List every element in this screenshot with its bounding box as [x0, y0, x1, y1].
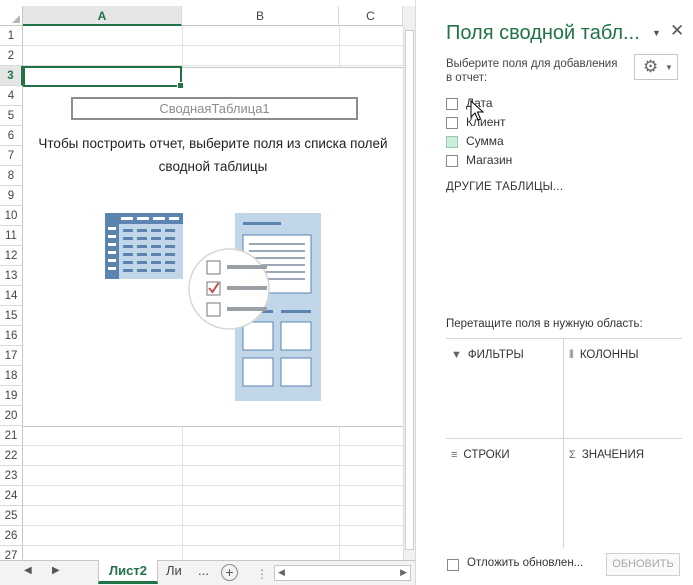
defer-update-checkbox[interactable]: [447, 559, 459, 571]
vertical-scrollbar[interactable]: [403, 26, 415, 560]
gridline-row: [23, 465, 403, 466]
pane-splitter[interactable]: [415, 0, 433, 585]
add-sheet-icon[interactable]: +: [221, 564, 238, 581]
row-header[interactable]: 25: [0, 506, 23, 526]
row-header[interactable]: 19: [0, 386, 23, 406]
areas-divider-top: [446, 338, 682, 339]
columns-icon: ⦀: [569, 349, 574, 361]
pane-instructions: Выберите поля для добавления в отчет:: [446, 58, 618, 84]
scroll-left-icon[interactable]: ◀: [278, 567, 285, 578]
settings-button[interactable]: ⚙ ▼: [634, 54, 678, 80]
area-rows-label: СТРОКИ: [463, 449, 510, 461]
column-header-c[interactable]: C: [339, 6, 403, 26]
field-label: Магазин: [466, 153, 513, 167]
field-checkbox[interactable]: [446, 117, 458, 129]
row-header[interactable]: 13: [0, 266, 23, 286]
pane-options-chevron-icon[interactable]: ▼: [652, 28, 661, 38]
row-header[interactable]: 22: [0, 446, 23, 466]
area-filters-label: ФИЛЬТРЫ: [467, 349, 524, 361]
mouse-cursor-icon: [470, 100, 484, 121]
scroll-right-icon[interactable]: ▶: [400, 567, 407, 578]
defer-update-label: Отложить обновлен...: [467, 557, 584, 569]
close-icon[interactable]: ✕: [670, 21, 684, 41]
gridline-row: [23, 445, 403, 446]
gridline-row: [23, 545, 403, 546]
sigma-icon: Σ: [569, 449, 576, 461]
sheet-tab-active[interactable]: Лист2: [98, 560, 158, 584]
row-header[interactable]: 21: [0, 426, 23, 446]
pane-title: Поля сводной табл...: [446, 22, 640, 44]
row-header[interactable]: 17: [0, 346, 23, 366]
pivot-table-name: СводнаяТаблица1: [71, 97, 358, 120]
area-values-label: ЗНАЧЕНИЯ: [581, 449, 645, 461]
areas-divider-vertical: [563, 338, 564, 548]
row-header[interactable]: 4: [0, 86, 23, 106]
gridline-row: [23, 485, 403, 486]
row-header[interactable]: 7: [0, 146, 23, 166]
field-checkbox[interactable]: [446, 98, 458, 110]
selected-cell-a3[interactable]: [23, 66, 184, 89]
drag-hint-text: Перетащите поля в нужную область:: [446, 318, 643, 330]
row-header[interactable]: 14: [0, 286, 23, 306]
row-header[interactable]: 18: [0, 366, 23, 386]
tab-separator-icon: ⋮: [256, 567, 268, 581]
pivot-field-list-pane: Поля сводной табл... ▼ ✕ Выберите поля д…: [433, 0, 693, 585]
pivot-placeholder[interactable]: СводнаяТаблица1 Чтобы построить отчет, в…: [23, 67, 403, 427]
field-checkbox[interactable]: [446, 136, 458, 148]
row-header[interactable]: 2: [0, 46, 23, 66]
row-header[interactable]: 23: [0, 466, 23, 486]
row-header[interactable]: 12: [0, 246, 23, 266]
row-header[interactable]: 1: [0, 26, 23, 46]
tab-next-icon[interactable]: ▶: [52, 565, 60, 576]
scroll-thumb[interactable]: [405, 30, 414, 550]
update-button[interactable]: ОБНОВИТЬ: [606, 553, 680, 576]
rows-icon: ≡: [451, 449, 458, 461]
row-header[interactable]: 16: [0, 326, 23, 346]
gear-icon: ⚙: [643, 57, 659, 76]
area-filters[interactable]: ▼ ФИЛЬТРЫ: [451, 349, 524, 361]
row-header[interactable]: 26: [0, 526, 23, 546]
field-label: Сумма: [466, 134, 504, 148]
area-values[interactable]: Σ ЗНАЧЕНИЯ: [569, 449, 644, 461]
sheet-tab-other[interactable]: Ли: [166, 563, 182, 578]
row-header[interactable]: 10: [0, 206, 23, 226]
row-header[interactable]: 11: [0, 226, 23, 246]
pivot-instruction-text: Чтобы построить отчет, выберите поля из …: [38, 136, 388, 174]
select-all-corner[interactable]: [0, 6, 23, 26]
filter-icon: ▼: [451, 349, 462, 361]
row-header[interactable]: 20: [0, 406, 23, 426]
field-checkbox[interactable]: [446, 155, 458, 167]
row-header[interactable]: 9: [0, 186, 23, 206]
more-tables-link[interactable]: ДРУГИЕ ТАБЛИЦЫ...: [446, 181, 563, 193]
row-header[interactable]: 5: [0, 106, 23, 126]
scrollbar-top-cap: [403, 6, 415, 26]
area-columns-label: КОЛОННЫ: [579, 349, 639, 361]
area-columns[interactable]: ⦀ КОЛОННЫ: [569, 349, 639, 362]
gridline-row: [23, 45, 403, 46]
column-header-a[interactable]: A: [23, 6, 182, 26]
tab-prev-icon[interactable]: ◀: [24, 565, 32, 576]
row-header[interactable]: 3: [0, 66, 23, 86]
column-header-b[interactable]: B: [182, 6, 339, 26]
spreadsheet-grid[interactable]: A B C 1 2 3 4 5 6 7 8 9 10 11 12 13 14 15 16 17 18 19 20 21 2…: [0, 0, 433, 585]
row-header[interactable]: 15: [0, 306, 23, 326]
pivot-illustration-icon: [105, 213, 321, 401]
row-header[interactable]: 6: [0, 126, 23, 146]
sheet-tab-bar: ◀ ▶ Лист2 Ли ... + ⋮ ◀ ▶: [0, 560, 415, 585]
chevron-down-icon: ▼: [665, 63, 673, 72]
row-header[interactable]: 8: [0, 166, 23, 186]
area-rows[interactable]: ≡ СТРОКИ: [451, 449, 510, 461]
sheet-tab-more[interactable]: ...: [198, 563, 209, 578]
row-header[interactable]: 24: [0, 486, 23, 506]
gridline-row: [23, 505, 403, 506]
gridline-row: [23, 525, 403, 526]
areas-divider-middle: [446, 438, 682, 439]
horizontal-scrollbar[interactable]: ◀ ▶: [274, 565, 411, 581]
